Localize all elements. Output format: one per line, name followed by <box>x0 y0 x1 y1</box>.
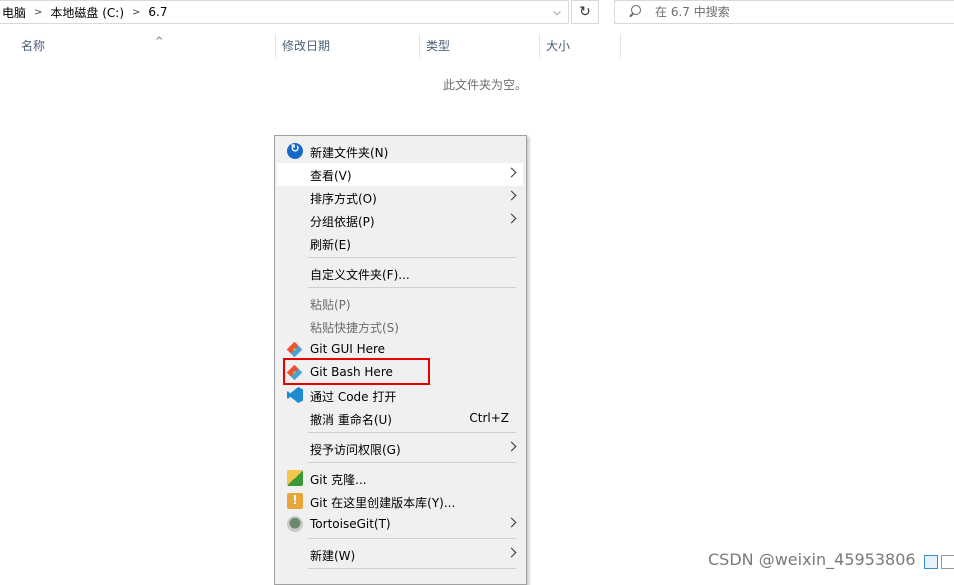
menu-item-label: 新建文件夹(N) <box>310 146 389 160</box>
menu-item-view[interactable]: 查看(V) <box>277 163 523 186</box>
menu-item-label: 排序方式(O) <box>310 192 377 206</box>
sort-ascending-icon: ^ <box>155 36 164 47</box>
menu-item-label: Git 克隆... <box>310 473 367 487</box>
details-view-icon[interactable] <box>924 555 938 569</box>
breadcrumb-local-disk[interactable]: 本地磁盘 (C:) <box>48 4 126 21</box>
column-header-label: 名称 <box>21 39 46 53</box>
column-divider[interactable] <box>620 34 621 58</box>
column-header-label: 类型 <box>426 39 451 53</box>
search-box[interactable] <box>614 0 954 24</box>
submenu-arrow-icon <box>506 213 517 224</box>
large-icons-view-icon[interactable] <box>941 555 954 569</box>
menu-item-paste-shortcut[interactable]: 粘贴快捷方式(S) <box>277 315 523 338</box>
menu-separator <box>308 257 516 258</box>
menu-item-paste[interactable]: 粘贴(P) <box>277 292 523 315</box>
address-bar[interactable]: 电脑 > 本地磁盘 (C:) > 6.7 ⌵ <box>0 0 569 24</box>
menu-separator <box>308 287 516 288</box>
column-header-size[interactable]: 大小 <box>540 34 620 58</box>
menu-item-undo-rename[interactable]: 撤消 重命名(U) Ctrl+Z <box>277 407 523 430</box>
menu-item-label: 授予访问权限(G) <box>310 443 401 457</box>
menu-item-group-by[interactable]: 分组依据(P) <box>277 209 523 232</box>
refresh-button[interactable]: ↻ <box>571 0 599 24</box>
menu-item-label: 粘贴快捷方式(S) <box>310 321 399 335</box>
menu-item-label: Git 在这里创建版本库(Y)... <box>310 496 456 510</box>
submenu-arrow-icon <box>506 167 517 178</box>
vscode-icon <box>287 387 303 403</box>
menu-item-open-with-code[interactable]: 通过 Code 打开 <box>277 384 523 407</box>
column-header-type[interactable]: 类型 <box>420 34 539 58</box>
menu-item-label: TortoiseGit(T) <box>310 517 391 531</box>
menu-item-refresh[interactable]: 刷新(E) <box>277 232 523 255</box>
menu-separator <box>308 462 516 463</box>
chevron-right-icon[interactable]: > <box>126 7 146 18</box>
submenu-arrow-icon <box>506 441 517 452</box>
breadcrumb-current-folder[interactable]: 6.7 <box>146 5 169 19</box>
tortoisegit-icon <box>287 516 303 532</box>
menu-separator <box>308 568 516 569</box>
submenu-arrow-icon <box>506 517 517 528</box>
submenu-arrow-icon <box>506 547 517 558</box>
menu-item-label: 新建(W) <box>310 549 356 563</box>
column-header-name[interactable]: 名称 ^ <box>15 34 275 58</box>
git-icon <box>286 364 303 381</box>
chevron-right-icon[interactable]: > <box>28 7 48 18</box>
menu-item-shortcut: Ctrl+Z <box>469 411 509 425</box>
refresh-icon: ↻ <box>579 4 591 20</box>
menu-item-label: 刷新(E) <box>310 238 351 252</box>
view-mode-buttons <box>921 555 954 569</box>
menu-separator <box>308 538 516 539</box>
menu-item-git-bash-here[interactable]: Git Bash Here <box>277 361 523 384</box>
menu-item-git-gui-here[interactable]: Git GUI Here <box>277 338 523 361</box>
menu-item-label: 通过 Code 打开 <box>310 390 397 404</box>
column-headers: 名称 ^ 修改日期 类型 大小 <box>0 34 954 58</box>
column-header-label: 大小 <box>546 39 571 53</box>
new-folder-icon <box>287 142 303 159</box>
submenu-arrow-icon <box>506 190 517 201</box>
context-menu: 新建文件夹(N) 查看(V) 排序方式(O) 分组依据(P) 刷新(E) 自定义… <box>274 135 527 585</box>
menu-separator <box>308 432 516 433</box>
menu-item-label: Git Bash Here <box>310 365 393 379</box>
empty-folder-message: 此文件夹为空。 <box>443 78 528 92</box>
menu-item-label: Git GUI Here <box>310 342 386 356</box>
menu-item-label: 撤消 重命名(U) <box>310 413 392 427</box>
breadcrumb-this-pc[interactable]: 电脑 <box>0 4 28 21</box>
search-input[interactable] <box>653 4 937 20</box>
menu-item-tortoisegit[interactable]: TortoiseGit(T) <box>277 513 523 536</box>
menu-item-label: 分组依据(P) <box>310 215 375 229</box>
menu-item-new[interactable]: 新建(W) <box>277 543 523 566</box>
menu-item-label: 查看(V) <box>310 169 352 183</box>
address-history-dropdown[interactable]: ⌵ <box>546 1 568 23</box>
git-repo-icon <box>287 493 303 509</box>
navigation-bar: 电脑 > 本地磁盘 (C:) > 6.7 ⌵ ↻ <box>0 0 954 25</box>
column-header-date[interactable]: 修改日期 <box>276 34 419 58</box>
menu-item-label: 粘贴(P) <box>310 298 351 312</box>
search-icon <box>627 4 643 20</box>
menu-item-give-access[interactable]: 授予访问权限(G) <box>277 437 523 460</box>
menu-item-sort-by[interactable]: 排序方式(O) <box>277 186 523 209</box>
git-icon <box>286 341 303 358</box>
watermark: CSDN @weixin_45953806 <box>708 550 916 569</box>
chevron-down-icon: ⌵ <box>553 6 561 18</box>
menu-item-git-clone[interactable]: Git 克隆... <box>277 467 523 490</box>
menu-item-git-create-repo[interactable]: Git 在这里创建版本库(Y)... <box>277 490 523 513</box>
menu-item-label: 自定义文件夹(F)... <box>310 268 410 282</box>
git-clone-icon <box>287 470 303 486</box>
menu-item-new-folder[interactable]: 新建文件夹(N) <box>277 140 523 163</box>
menu-item-customize-folder[interactable]: 自定义文件夹(F)... <box>277 262 523 285</box>
column-header-label: 修改日期 <box>282 39 331 53</box>
